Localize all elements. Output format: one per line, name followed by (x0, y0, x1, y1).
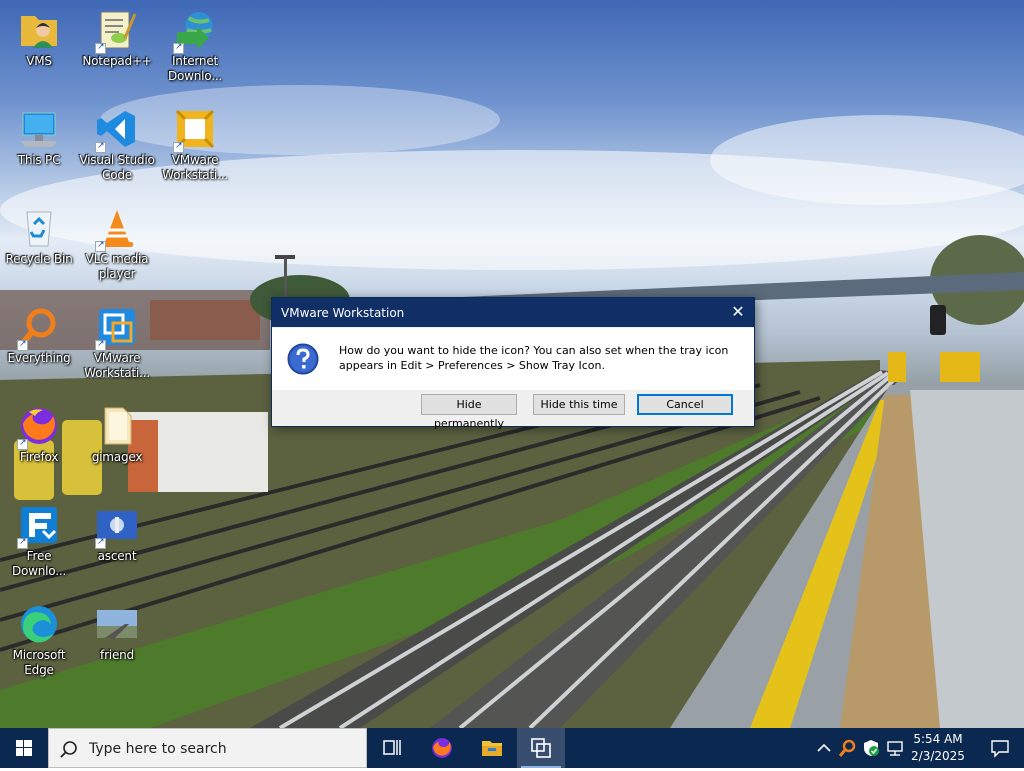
dialog-title: VMware Workstation (281, 306, 405, 320)
action-center-button[interactable] (978, 728, 1024, 768)
this-pc-icon (21, 112, 57, 147)
desktop-icon-microsoft-edge[interactable]: Microsoft Edge (1, 602, 77, 678)
desktop-icon-firefox[interactable]: Firefox (1, 404, 77, 465)
desktop-icon-vmware-workstation-1[interactable]: VMware Workstati... (157, 107, 233, 183)
firefox-icon (432, 738, 452, 758)
cancel-button[interactable]: Cancel (637, 394, 733, 415)
vmware-hide-icon-dialog: VMware Workstation ✕ How do you want to … (271, 297, 755, 430)
security-icon[interactable] (861, 738, 881, 758)
desktop-icon-free-download-manager[interactable]: Free Downlo... (1, 503, 77, 579)
desktop-icon-label: Firefox (19, 450, 59, 464)
desktop-icon-everything[interactable]: Everything (1, 305, 77, 366)
taskbar: Type here to search 5:54 AM 2/3/2025 (0, 728, 1024, 768)
hide-this-time-button[interactable]: Hide this time (533, 394, 625, 415)
desktop-icon-friend[interactable]: friend (79, 602, 155, 663)
start-button[interactable] (0, 728, 48, 768)
taskbar-clock[interactable]: 5:54 AM 2/3/2025 (903, 731, 973, 765)
desktop-icon-label: Microsoft Edge (12, 648, 66, 677)
clock-date: 2/3/2025 (911, 749, 965, 763)
network-icon[interactable] (885, 738, 905, 758)
desktop-icon-visual-studio-code[interactable]: Visual Studio Code (79, 107, 155, 183)
close-icon[interactable]: ✕ (722, 298, 754, 327)
dialog-message: How do you want to hide the icon? You ca… (339, 344, 729, 372)
desktop-icon-label: VLC media player (85, 252, 149, 281)
shortcut-arrow-icon (95, 140, 106, 153)
desktop-icon-vmware-workstation-2[interactable]: VMware Workstati... (79, 305, 155, 381)
windows-logo-icon (16, 740, 32, 756)
taskbar-vmware[interactable] (517, 728, 565, 768)
desktop-icon-notepad-plus-plus[interactable]: Notepad++ (79, 8, 155, 69)
task-view-icon (383, 740, 401, 755)
desktop-icon-label: ascent (97, 549, 137, 563)
desktop-icon-recycle-bin[interactable]: Recycle Bin (1, 206, 77, 267)
shortcut-arrow-icon (17, 536, 28, 549)
dialog-titlebar[interactable]: VMware Workstation ✕ (272, 298, 754, 327)
dialog-content: How do you want to hide the icon? You ca… (272, 328, 754, 390)
desktop-icon-label: Notepad++ (82, 54, 152, 68)
desktop-icon-label: Everything (7, 351, 71, 365)
shortcut-arrow-icon (17, 338, 28, 351)
notifications-icon (991, 740, 1009, 758)
desktop-icon-vlc[interactable]: VLC media player (79, 206, 155, 282)
desktop-icon-label: This PC (17, 153, 61, 167)
taskbar-search-box[interactable]: Type here to search (48, 728, 367, 768)
task-view-button[interactable] (368, 728, 416, 768)
chevron-up-icon[interactable] (814, 738, 834, 758)
vms-folder-icon (21, 16, 57, 48)
friend-image-icon (97, 610, 137, 638)
desktop-icon-label: Free Downlo... (11, 549, 67, 578)
gimagex-file-icon (104, 407, 132, 445)
desktop-icon-label: VMware Workstati... (84, 351, 150, 380)
shortcut-arrow-icon (95, 239, 106, 252)
desktop-icon-label: VMS (26, 54, 52, 68)
desktop-icon-label: VMware Workstati... (162, 153, 228, 182)
recycle-bin-icon (26, 211, 52, 247)
desktop-icon-label: Recycle Bin (5, 252, 73, 266)
shortcut-arrow-icon (95, 41, 106, 54)
everything-tray-icon[interactable] (837, 738, 857, 758)
shortcut-arrow-icon (173, 41, 184, 54)
desktop-icon-label: friend (100, 648, 134, 662)
desktop-icon-internet-download-manager[interactable]: Internet Downlo... (157, 8, 233, 84)
taskbar-firefox[interactable] (418, 728, 466, 768)
desktop-icon-gimagex[interactable]: gimagex (79, 404, 155, 465)
hide-permanently-button[interactable]: Hide permanently (421, 394, 517, 430)
file-explorer-icon (482, 741, 502, 756)
question-icon (287, 343, 319, 375)
desktop-icon-this-pc[interactable]: This PC (1, 107, 77, 168)
shortcut-arrow-icon (95, 536, 106, 549)
desktop-icon-label: Visual Studio Code (79, 153, 155, 182)
shortcut-arrow-icon (95, 338, 106, 351)
desktop-icon-ascent[interactable]: ascent (79, 503, 155, 564)
clock-time: 5:54 AM (913, 732, 963, 746)
vmware-icon (531, 738, 551, 758)
shortcut-arrow-icon (17, 437, 28, 450)
taskbar-file-explorer[interactable] (468, 728, 516, 768)
search-icon (60, 741, 77, 758)
shortcut-arrow-icon (173, 140, 184, 153)
desktop-icon-label: gimagex (91, 450, 143, 464)
desktop-icon-label: Internet Downlo... (167, 54, 223, 83)
desktop-icon-vms[interactable]: VMS (1, 8, 77, 69)
edge-icon (21, 606, 57, 643)
search-placeholder: Type here to search (89, 741, 227, 757)
